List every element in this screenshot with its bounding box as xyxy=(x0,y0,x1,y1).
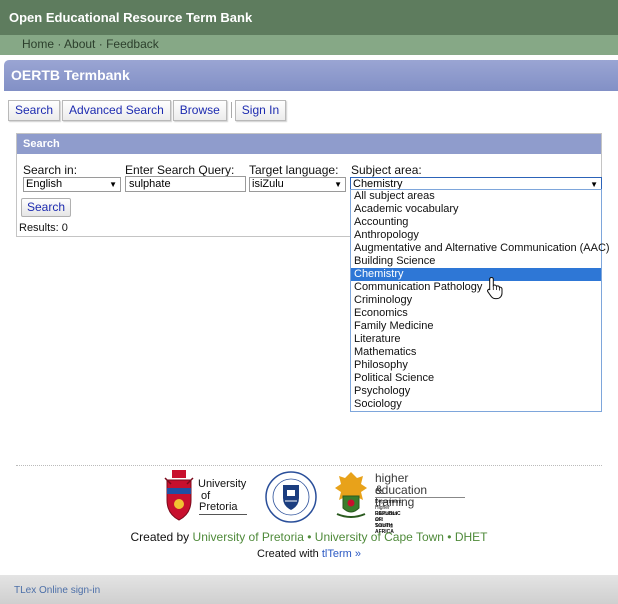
hand-pointer-icon xyxy=(487,276,503,300)
nav-separator: · xyxy=(98,37,103,51)
subject-option[interactable]: Augmentative and Alternative Communicati… xyxy=(351,242,610,255)
nav-home-link[interactable]: Home xyxy=(22,37,54,51)
link-separator: • xyxy=(303,530,315,544)
coat-of-arms-icon xyxy=(335,472,367,518)
subject-option[interactable]: All subject areas xyxy=(351,190,601,203)
up-logo-line1: University xyxy=(198,478,247,490)
results-count: Results: 0 xyxy=(19,222,68,234)
subject-option[interactable]: Anthropology xyxy=(351,229,601,242)
subject-option[interactable]: Building Science xyxy=(351,255,601,268)
subject-option[interactable]: Chemistry xyxy=(351,268,601,281)
link-separator: • xyxy=(443,530,455,544)
pretoria-crest-icon xyxy=(164,470,194,521)
target-language-label: Target language: xyxy=(249,163,339,177)
created-by-prefix: Created by xyxy=(130,530,193,544)
tab-divider xyxy=(230,102,232,118)
dhet-link[interactable]: DHET xyxy=(455,530,488,544)
tlterm-link[interactable]: tlTerm » xyxy=(322,548,361,560)
dhet-logo-rule xyxy=(375,497,465,498)
footer-divider xyxy=(16,465,602,466)
tlex-signin-link[interactable]: TLex Online sign-in xyxy=(14,585,100,596)
nav-feedback-link[interactable]: Feedback xyxy=(106,37,159,51)
chevron-down-icon: ▼ xyxy=(334,180,342,189)
tab-bar: Search Advanced Search Browse Sign In xyxy=(8,99,288,121)
target-language-select[interactable]: isiZulu ▼ xyxy=(249,177,346,192)
chevron-down-icon: ▼ xyxy=(109,180,117,189)
target-language-value: isiZulu xyxy=(252,178,284,190)
subject-area-dropdown-list[interactable]: All subject areas Academic vocabulary Acco… xyxy=(350,189,610,412)
dhet-logo[interactable]: higher education & training Department: … xyxy=(333,470,465,535)
subject-option[interactable]: Political Science xyxy=(351,372,601,385)
subject-option[interactable]: Academic vocabulary xyxy=(351,203,601,216)
created-with-line: Created with tlTerm » xyxy=(0,548,618,560)
created-by-line: Created by University of Pretoria • Univ… xyxy=(0,530,618,544)
nav-about-link[interactable]: About xyxy=(64,37,95,51)
uct-seal-icon xyxy=(265,471,317,523)
up-logo-line3: Pretoria xyxy=(199,501,238,513)
subject-option[interactable]: Communication Pathology xyxy=(351,281,601,294)
search-panel-heading: Search xyxy=(17,134,601,154)
query-label: Enter Search Query: xyxy=(125,163,235,177)
subject-option[interactable]: Family Medicine xyxy=(351,320,601,333)
search-button[interactable]: Search xyxy=(21,198,71,217)
created-with-prefix: Created with xyxy=(257,548,322,560)
tab-browse[interactable]: Browse xyxy=(172,99,227,121)
university-of-cape-town-logo[interactable] xyxy=(264,470,318,529)
up-logo-underline xyxy=(199,514,247,515)
subject-option[interactable]: Literature xyxy=(351,333,601,346)
subject-option[interactable]: Accounting xyxy=(351,216,601,229)
tab-search[interactable]: Search xyxy=(8,99,61,121)
subject-option[interactable]: Economics xyxy=(351,307,601,320)
tab-sign-in[interactable]: Sign In xyxy=(234,99,287,121)
subject-option[interactable]: Philosophy xyxy=(351,359,601,372)
subject-option[interactable]: Mathematics xyxy=(351,346,601,359)
search-in-select[interactable]: English ▼ xyxy=(23,177,121,192)
subject-area-label: Subject area: xyxy=(351,163,422,177)
tab-advanced-search[interactable]: Advanced Search xyxy=(62,99,171,121)
uct-link[interactable]: University of Cape Town xyxy=(315,530,444,544)
subject-option[interactable]: Criminology xyxy=(351,294,601,307)
up-link[interactable]: University of Pretoria xyxy=(193,530,304,544)
search-in-label: Search in: xyxy=(23,163,78,177)
site-title: Open Educational Resource Term Bank xyxy=(0,0,618,35)
subject-option[interactable]: Sociology xyxy=(351,398,601,411)
top-navigation: Home · About · Feedback xyxy=(0,35,618,55)
subject-option[interactable]: Psychology xyxy=(351,385,601,398)
bottom-bar: TLex Online sign-in xyxy=(0,575,618,604)
search-query-input[interactable]: sulphate xyxy=(125,176,246,192)
app-title: OERTB Termbank xyxy=(4,60,618,91)
university-of-pretoria-logo[interactable]: University of Pretoria xyxy=(163,470,247,527)
search-in-value: English xyxy=(26,178,63,190)
